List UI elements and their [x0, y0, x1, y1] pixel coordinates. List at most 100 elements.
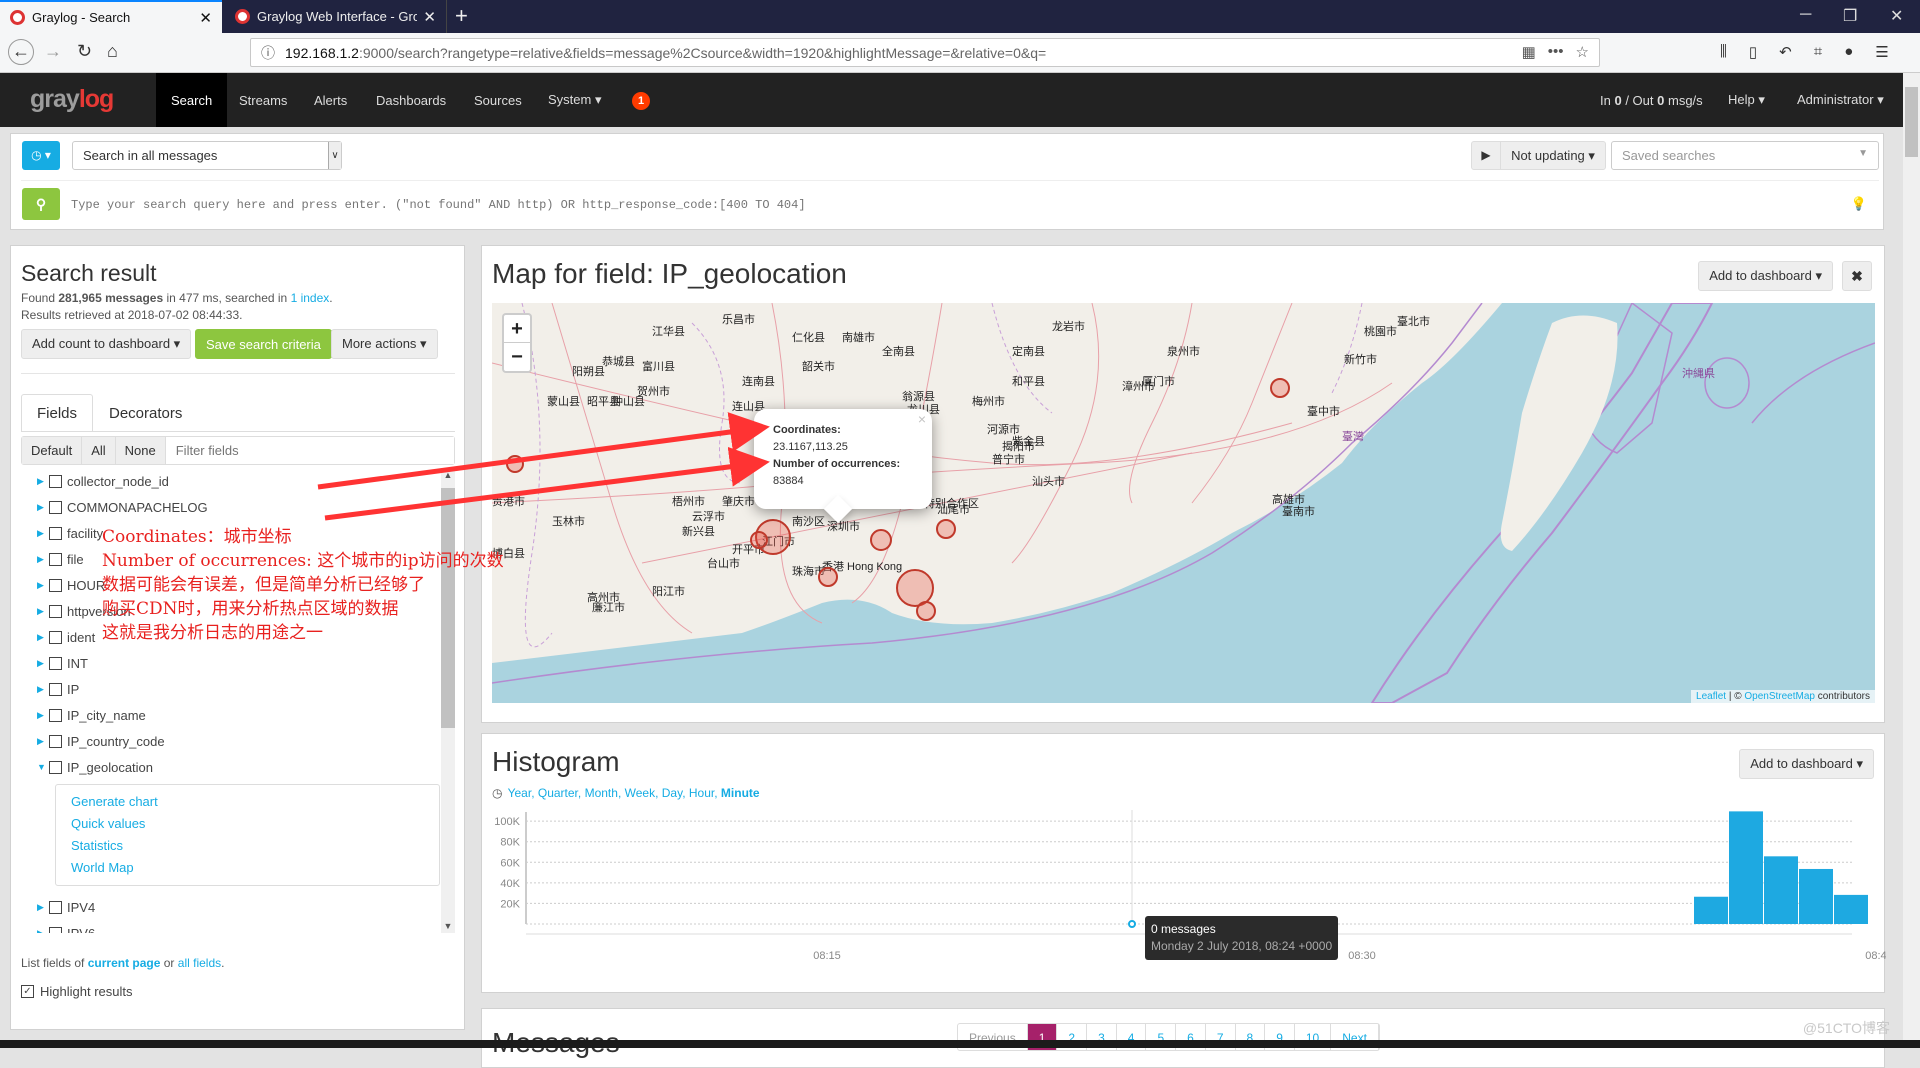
map-marker-xiamen[interactable] [1270, 378, 1290, 398]
map-marker-hongkong[interactable] [916, 601, 936, 621]
minimize-icon[interactable]: ─ [1800, 6, 1811, 24]
refresh-interval-dropdown[interactable]: Not updating ▾ [1500, 141, 1606, 170]
generate-chart-link[interactable]: Generate chart [71, 791, 424, 813]
map-marker[interactable] [506, 455, 524, 473]
info-icon[interactable]: ⓘ [261, 43, 275, 63]
filter-none-button[interactable]: None [115, 437, 166, 464]
field-item[interactable]: ▶ INT [21, 650, 461, 676]
graylog-logo[interactable]: graylog [30, 85, 114, 114]
tab-decorators[interactable]: Decorators [94, 394, 197, 432]
field-checkbox[interactable] [49, 578, 62, 592]
map-marker[interactable] [750, 531, 768, 549]
quick-values-link[interactable]: Quick values [71, 813, 424, 835]
field-checkbox[interactable] [49, 682, 62, 696]
collapse-triangle-icon[interactable]: ▼ [37, 762, 49, 772]
field-checkbox[interactable] [49, 474, 62, 488]
expand-triangle-icon[interactable]: ▶ [37, 736, 49, 747]
filter-fields-input[interactable] [165, 437, 454, 464]
tab-fields[interactable]: Fields [21, 394, 94, 432]
filter-default-button[interactable]: Default [22, 437, 83, 464]
highlight-results-toggle[interactable]: ✓ Highlight results [21, 984, 133, 999]
close-window-icon[interactable]: ✕ [1890, 6, 1903, 26]
more-actions-button[interactable]: More actions ▾ [331, 329, 438, 359]
field-checkbox[interactable] [49, 734, 62, 748]
search-query-input[interactable] [71, 192, 1851, 218]
field-checkbox[interactable] [49, 500, 62, 514]
statistics-link[interactable]: Statistics [71, 835, 424, 857]
all-fields-link[interactable]: all fields [178, 956, 221, 970]
field-item[interactable]: ▶ IP [21, 676, 461, 702]
library-icon[interactable]: ⫼ [1720, 43, 1727, 61]
resolution-quarter[interactable]: Quarter [538, 786, 578, 800]
expand-triangle-icon[interactable]: ▶ [37, 580, 49, 591]
expand-triangle-icon[interactable]: ▶ [37, 502, 49, 513]
stream-select[interactable]: Search in all messages ∨ [72, 141, 342, 170]
chevron-down-icon[interactable]: ∨ [328, 142, 341, 169]
nav-alerts[interactable]: Alerts [299, 73, 362, 127]
field-checkbox[interactable] [49, 760, 62, 774]
tab-graylog-search[interactable]: Graylog - Search ✕ [0, 0, 222, 33]
screenshot-crop-icon[interactable]: ⌗ [1814, 43, 1822, 61]
expand-triangle-icon[interactable]: ▶ [37, 902, 49, 913]
undo-icon[interactable]: ↶ [1779, 43, 1792, 61]
expand-triangle-icon[interactable]: ▶ [37, 684, 49, 695]
resolution-week[interactable]: Week [625, 786, 655, 800]
zoom-in-button[interactable]: + [504, 315, 530, 343]
field-item-expanded[interactable]: ▼ IP_geolocation [21, 754, 461, 780]
reload-icon[interactable]: ↻ [77, 41, 92, 62]
expand-triangle-icon[interactable]: ▶ [37, 632, 49, 643]
field-checkbox[interactable] [49, 656, 62, 670]
saved-searches-select[interactable]: Saved searches ▼ [1611, 141, 1879, 170]
page-actions-icon[interactable]: ••• [1548, 43, 1564, 61]
expand-triangle-icon[interactable]: ▶ [37, 658, 49, 669]
search-submit-button[interactable]: ⚲ [22, 188, 60, 220]
map-marker[interactable] [818, 567, 838, 587]
save-search-criteria-button[interactable]: Save search criteria [195, 329, 332, 359]
page-scrollbar-thumb[interactable] [1905, 87, 1918, 157]
field-checkbox[interactable] [49, 926, 62, 933]
resolution-month[interactable]: Month [585, 786, 618, 800]
user-menu[interactable]: Administrator ▾ [1797, 73, 1884, 127]
menu-hamburger-icon[interactable]: ☰ [1875, 43, 1888, 61]
resolution-day[interactable]: Day [662, 786, 682, 800]
map-marker[interactable] [870, 529, 892, 551]
index-link[interactable]: 1 index [291, 291, 330, 305]
expand-triangle-icon[interactable]: ▶ [37, 928, 49, 934]
expand-triangle-icon[interactable]: ▶ [37, 710, 49, 721]
map-marker[interactable] [936, 519, 956, 539]
home-icon[interactable]: ⌂ [107, 41, 118, 62]
field-checkbox[interactable] [49, 552, 62, 566]
nav-dashboards[interactable]: Dashboards [361, 73, 461, 127]
new-tab-button[interactable]: + [455, 3, 468, 29]
field-checkbox[interactable] [49, 604, 62, 618]
chat-icon[interactable]: ● [1844, 43, 1853, 61]
qr-code-icon[interactable]: ▦ [1522, 43, 1536, 61]
nav-sources[interactable]: Sources [459, 73, 537, 127]
lightbulb-icon[interactable]: 💡 [1851, 196, 1867, 212]
leaflet-map[interactable]: + − 乐昌市 仁化县 南雄市 全南县 定南县 和平县 江华县 恭城县 连南县 富川县 阳朔县 钟山县… [492, 303, 1875, 703]
expand-triangle-icon[interactable]: ▶ [37, 476, 49, 487]
field-checkbox[interactable] [49, 630, 62, 644]
tab-graylog-web-interface[interactable]: Graylog Web Interface - Gro ✕ [225, 0, 447, 33]
scroll-up-icon[interactable]: ▲ [441, 470, 455, 480]
expand-triangle-icon[interactable]: ▶ [37, 606, 49, 617]
popup-close-icon[interactable]: × [918, 411, 926, 428]
world-map-link[interactable]: World Map [71, 857, 424, 879]
field-item[interactable]: ▶ COMMONAPACHELOG [21, 494, 461, 520]
scroll-down-icon[interactable]: ▼ [441, 921, 455, 931]
sidebar-icon[interactable]: ▯ [1749, 43, 1757, 61]
histogram-add-to-dashboard-button[interactable]: Add to dashboard ▾ [1739, 749, 1874, 779]
forward-icon[interactable]: → [44, 41, 62, 62]
field-item[interactable]: ▶ IPV6 [21, 920, 461, 933]
resolution-hour[interactable]: Hour [689, 786, 714, 800]
field-item[interactable]: ▶ IP_country_code [21, 728, 461, 754]
close-tab-icon[interactable]: ✕ [199, 9, 212, 27]
back-icon[interactable]: ← [8, 39, 34, 65]
nav-system[interactable]: System ▾ [533, 73, 616, 127]
nav-streams[interactable]: Streams [224, 73, 302, 127]
add-count-to-dashboard-button[interactable]: Add count to dashboard ▾ [21, 329, 192, 359]
field-item[interactable]: ▶ IP_city_name [21, 702, 461, 728]
openstreetmap-link[interactable]: OpenStreetMap [1744, 691, 1815, 702]
resolution-minute[interactable]: Minute [721, 786, 760, 800]
field-item[interactable]: ▶ collector_node_id [21, 468, 461, 494]
